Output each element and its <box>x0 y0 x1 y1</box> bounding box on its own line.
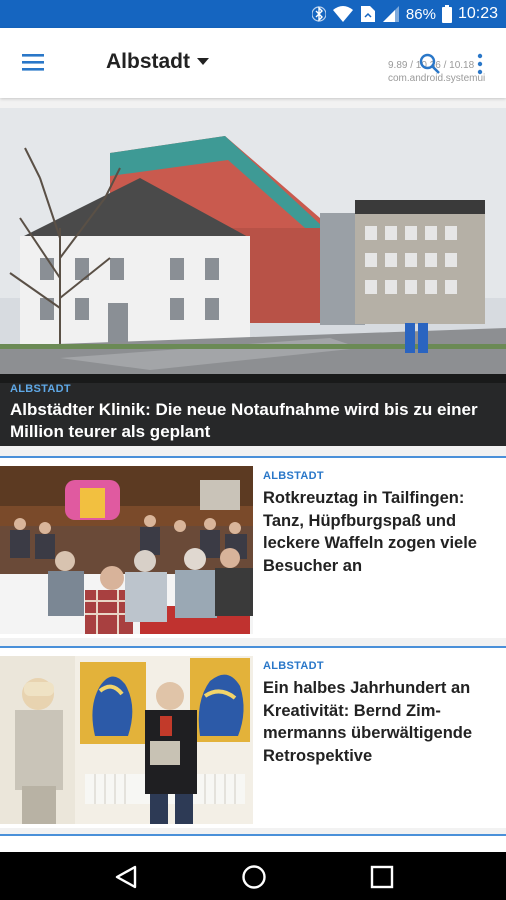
search-icon[interactable] <box>418 52 442 76</box>
home-icon[interactable] <box>241 864 267 890</box>
status-bar: 86% 10:23 <box>0 0 506 28</box>
article-title[interactable]: Ein halbes Jahrhundert an Kreativität: B… <box>263 677 499 767</box>
signal-icon <box>382 6 399 22</box>
clock: 10:23 <box>457 5 498 22</box>
article-category[interactable]: ALBSTADT <box>263 470 324 482</box>
battery-icon <box>441 5 452 23</box>
article-card[interactable]: ALBSTADT Ein halbes Jahrhundert an Kreat… <box>0 646 506 828</box>
article-title[interactable]: Rotkreuztag in Tailfingen: Tanz, Hüpfbur… <box>263 487 499 577</box>
more-options-icon[interactable] <box>476 52 484 76</box>
system-nav-bar <box>0 852 506 900</box>
app-bar: Albstadt 9.89 / 10.36 / 10.18 com.androi… <box>0 28 506 98</box>
debug-overlay-line1: 9.89 / 10.36 / 10.18 <box>388 60 475 71</box>
section-title[interactable]: Albstadt <box>106 50 190 74</box>
hero-article[interactable]: ALBSTADT Albstädter Klinik: Die neue Not… <box>0 108 506 446</box>
hero-title[interactable]: Albstädter Klinik: Die neue Notaufnahme … <box>10 399 500 443</box>
back-icon[interactable] <box>113 864 139 890</box>
debug-overlay: 9.89 / 10.36 / 10.18 com.android.systemu… <box>388 59 504 85</box>
dropdown-arrow-icon[interactable] <box>197 58 209 65</box>
file-icon <box>360 6 375 22</box>
status-icons: 86% 10:23 <box>311 4 498 24</box>
article-image[interactable] <box>0 466 253 634</box>
debug-overlay-line2: com.android.systemui <box>388 73 486 84</box>
wifi-icon <box>332 6 353 22</box>
article-category[interactable]: ALBSTADT <box>263 660 324 672</box>
hero-category[interactable]: ALBSTADT <box>10 383 71 395</box>
article-card[interactable]: ALBSTADT Rotkreuztag in Tailfingen: Tanz… <box>0 456 506 638</box>
menu-icon[interactable] <box>20 52 48 74</box>
bluetooth-icon <box>311 6 326 22</box>
recents-icon[interactable] <box>370 865 394 889</box>
article-image[interactable] <box>0 656 253 824</box>
battery-percent: 86% <box>405 5 436 23</box>
hero-caption: ALBSTADT Albstädter Klinik: Die neue Not… <box>0 374 506 446</box>
